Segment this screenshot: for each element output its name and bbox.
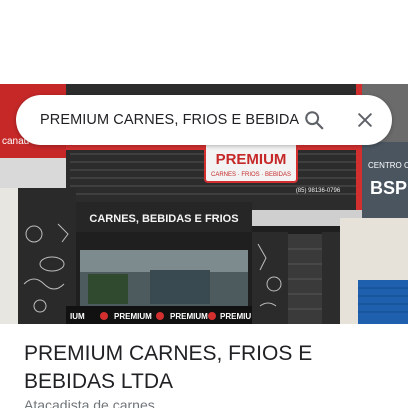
main-sign-title: PREMIUM <box>216 151 287 168</box>
right-sign-line1: CENTRO C <box>368 161 408 170</box>
search-bar[interactable]: PREMIUM CARNES, FRIOS E BEBIDA <box>16 95 392 145</box>
banner-text-4: PREMIU <box>220 312 251 321</box>
right-sign-line2: BSP <box>370 178 407 198</box>
search-query[interactable]: PREMIUM CARNES, FRIOS E BEBIDA <box>40 95 299 145</box>
close-icon[interactable] <box>347 102 383 138</box>
place-title: PREMIUM CARNES, FRIOS E BEBIDAS LTDA <box>24 342 313 393</box>
phone-number: (85) 98136-0796 <box>296 188 341 194</box>
banner-text-2: PREMIUM <box>114 312 152 321</box>
place-category: Atacadista de carnes <box>24 397 155 408</box>
banner-text-1: IUM <box>70 312 85 321</box>
search-icon[interactable] <box>296 102 332 138</box>
awning-text: CARNES, BEBIDAS E FRIOS <box>89 213 238 225</box>
main-sign-subtitle: CARNES · FRIOS · BEBIDAS <box>211 172 291 178</box>
place-card: canau PREMIUM CARNES · FRIOS · BEBIDAS (… <box>0 0 408 408</box>
banner-text-3: PREMIUM <box>170 312 208 321</box>
